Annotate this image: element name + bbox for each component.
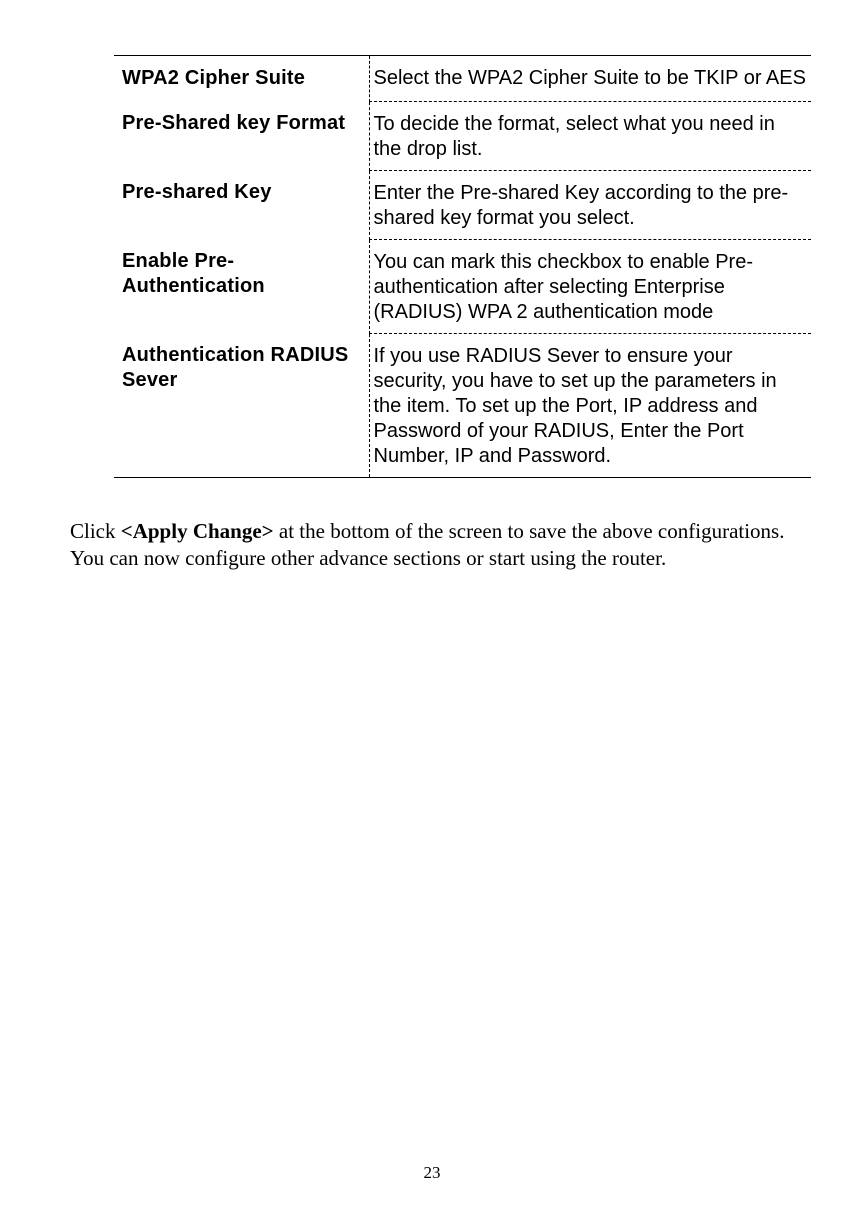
setting-label: Pre-Shared key Format [114, 101, 369, 170]
page-number: 23 [0, 1163, 864, 1183]
apply-change-label: <Apply Change> [121, 519, 274, 543]
table-row: Enable Pre-Authentication You can mark t… [114, 239, 811, 333]
setting-description: Enter the Pre-shared Key according to th… [369, 170, 811, 239]
table-row: WPA2 Cipher Suite Select the WPA2 Cipher… [114, 56, 811, 102]
setting-label: Pre-shared Key [114, 170, 369, 239]
setting-description: To decide the format, select what you ne… [369, 101, 811, 170]
table-row: Pre-Shared key Format To decide the form… [114, 101, 811, 170]
table-row: Pre-shared Key Enter the Pre-shared Key … [114, 170, 811, 239]
setting-label: Authentication RADIUS Sever [114, 333, 369, 477]
table-row: Authentication RADIUS Sever If you use R… [114, 333, 811, 477]
setting-description: If you use RADIUS Sever to ensure your s… [369, 333, 811, 477]
instruction-prefix: Click [70, 519, 121, 543]
instruction-paragraph: Click <Apply Change> at the bottom of th… [60, 518, 804, 573]
settings-table: WPA2 Cipher Suite Select the WPA2 Cipher… [114, 55, 811, 478]
setting-description: You can mark this checkbox to enable Pre… [369, 239, 811, 333]
setting-description: Select the WPA2 Cipher Suite to be TKIP … [369, 56, 811, 102]
setting-label: WPA2 Cipher Suite [114, 56, 369, 102]
setting-label: Enable Pre-Authentication [114, 239, 369, 333]
